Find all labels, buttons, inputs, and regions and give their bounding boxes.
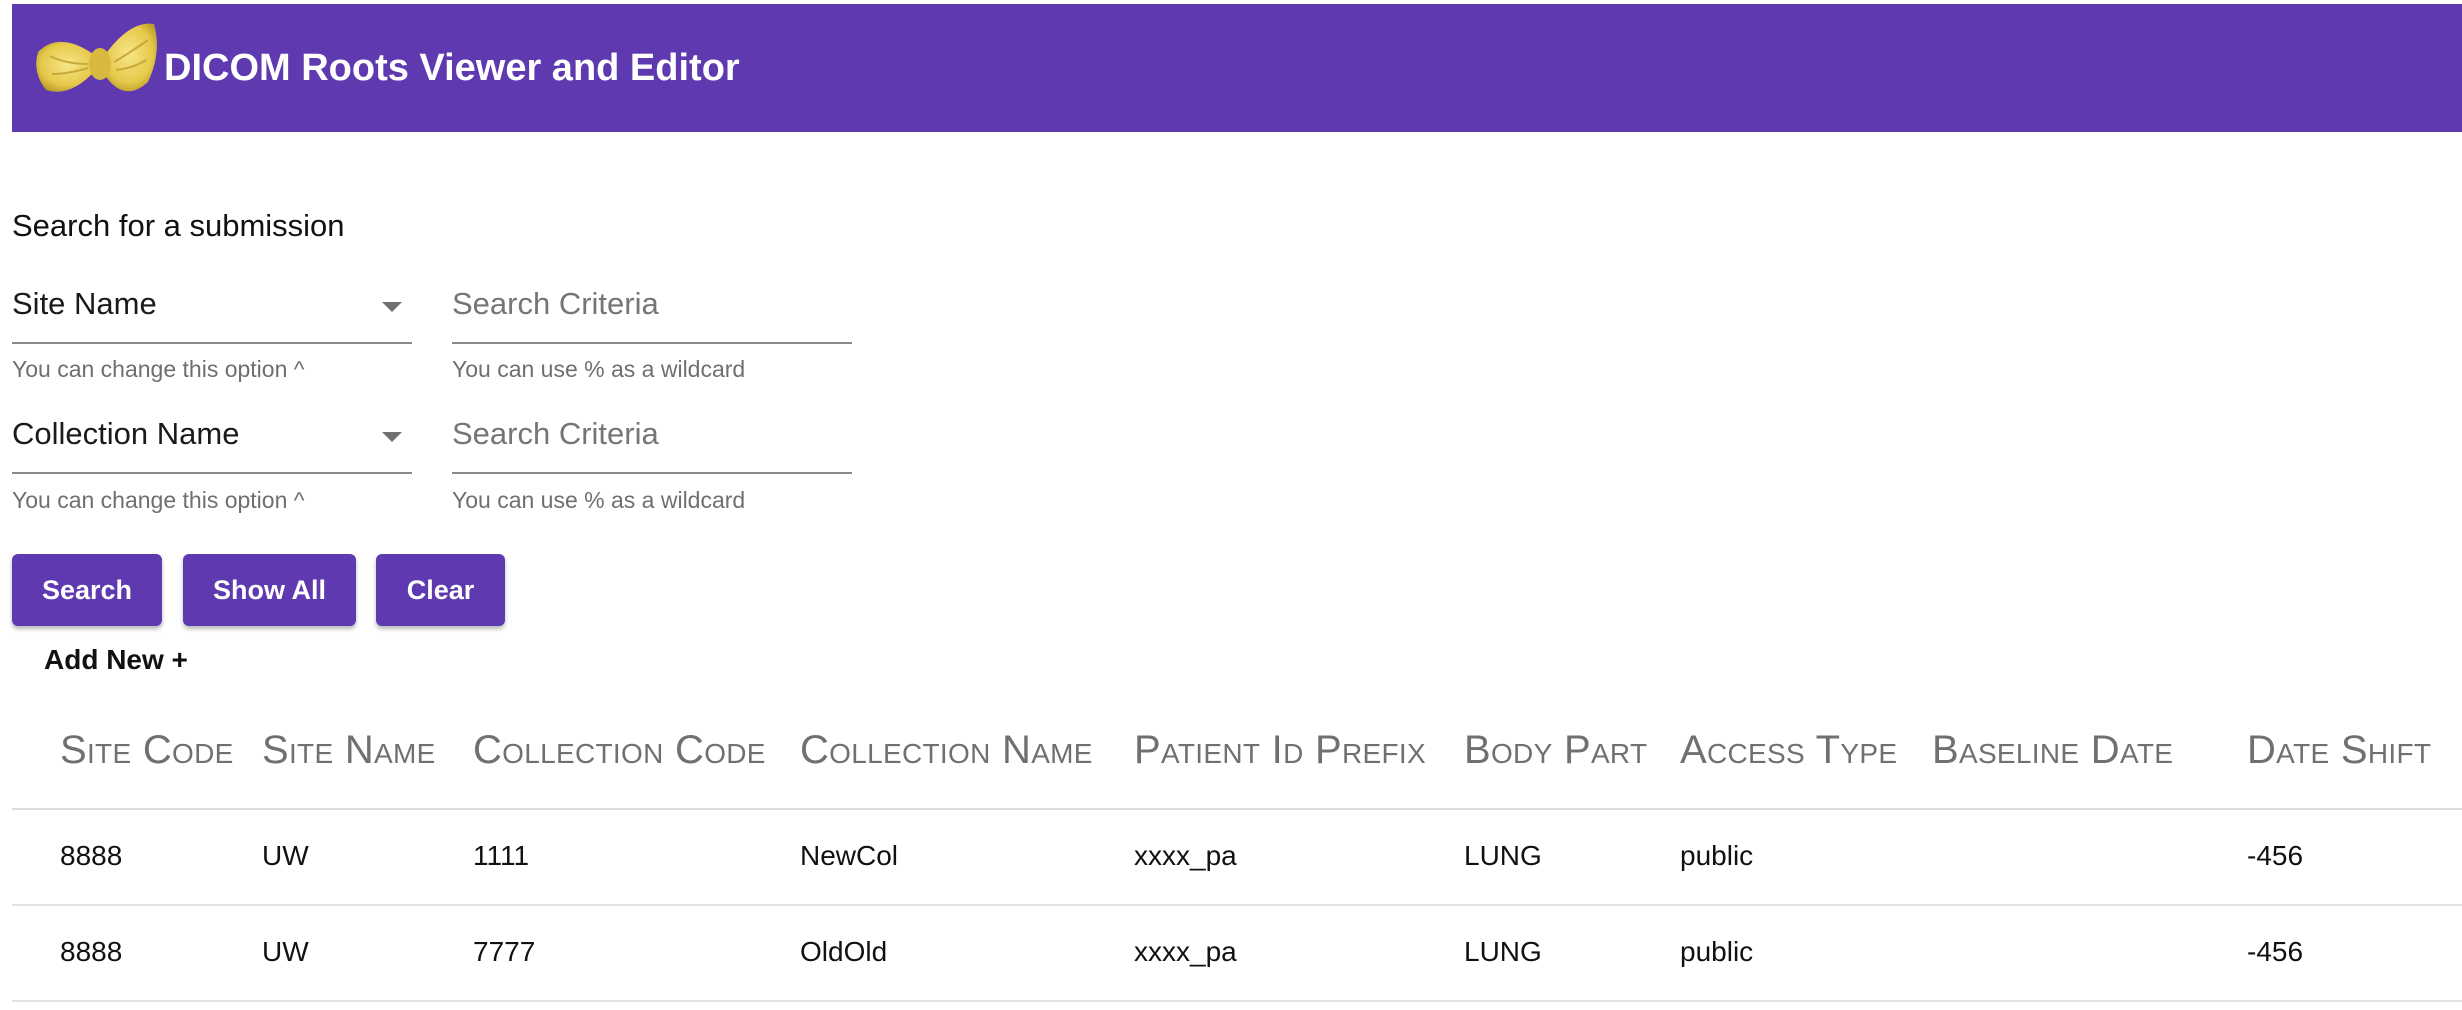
cell-site-code: 8888	[60, 936, 123, 967]
search-criteria-input[interactable]: Search Criteria	[452, 410, 852, 474]
row-divider	[12, 1000, 2462, 1002]
column-header-date-shift[interactable]: Date Shift	[2247, 728, 2431, 773]
column-header-site-name[interactable]: Site Name	[262, 728, 436, 773]
cell-patient-id-prefix: xxxx_pa	[1134, 840, 1237, 871]
add-new-link[interactable]: Add New +	[44, 644, 188, 676]
cell-patient-id-prefix: xxxx_pa	[1134, 936, 1237, 967]
column-header-collection-code[interactable]: Collection Code	[473, 728, 766, 773]
cell-date-shift: -456	[2247, 840, 2304, 871]
cell-body-part: LUNG	[1464, 936, 1542, 967]
dropdown-arrow-icon	[382, 432, 402, 442]
header-divider	[12, 808, 2462, 810]
select-value: Collection Name	[12, 416, 240, 451]
column-header-baseline-date[interactable]: Baseline Date	[1932, 728, 2173, 773]
criteria-hint: You can use % as a wildcard	[452, 356, 746, 382]
row-divider	[12, 904, 2462, 906]
cell-access-type: public	[1680, 840, 1754, 871]
select-hint: You can change this option ^	[12, 487, 305, 513]
cell-date-shift: -456	[2247, 936, 2304, 967]
collection-name-select[interactable]: Collection Name	[12, 410, 412, 474]
cell-collection-name: NewCol	[800, 840, 899, 871]
column-header-collection-name[interactable]: Collection Name	[800, 728, 1093, 773]
cell-collection-name: OldOld	[800, 936, 888, 967]
select-value: Site Name	[12, 286, 157, 321]
column-header-patient-id-prefix[interactable]: Patient Id Prefix	[1134, 728, 1426, 773]
column-header-body-part[interactable]: Body Part	[1464, 728, 1647, 773]
site-name-select[interactable]: Site Name	[12, 280, 412, 344]
select-hint: You can change this option ^	[12, 356, 305, 382]
cell-site-name: UW	[262, 936, 309, 967]
app-bar: DICOM Roots Viewer and Editor	[12, 4, 2462, 132]
clear-button[interactable]: Clear	[376, 554, 505, 626]
app-title: DICOM Roots Viewer and Editor	[164, 47, 740, 89]
bowtie-pasta-logo	[36, 23, 157, 92]
dropdown-arrow-icon	[382, 302, 402, 312]
cell-body-part: LUNG	[1464, 840, 1542, 871]
search-button[interactable]: Search	[12, 554, 162, 626]
column-header-access-type[interactable]: Access Type	[1680, 728, 1897, 773]
criteria-placeholder: Search Criteria	[452, 416, 659, 451]
criteria-hint: You can use % as a wildcard	[452, 487, 746, 513]
search-criteria-input[interactable]: Search Criteria	[452, 280, 852, 344]
cell-access-type: public	[1680, 936, 1754, 967]
cell-site-code: 8888	[60, 840, 123, 871]
search-heading: Search for a submission	[12, 208, 345, 243]
column-header-site-code[interactable]: Site Code	[60, 728, 234, 773]
cell-collection-code: 1111	[473, 840, 530, 871]
show-all-button[interactable]: Show All	[183, 554, 356, 626]
criteria-placeholder: Search Criteria	[452, 286, 659, 321]
cell-site-name: UW	[262, 840, 309, 871]
cell-collection-code: 7777	[473, 936, 536, 967]
